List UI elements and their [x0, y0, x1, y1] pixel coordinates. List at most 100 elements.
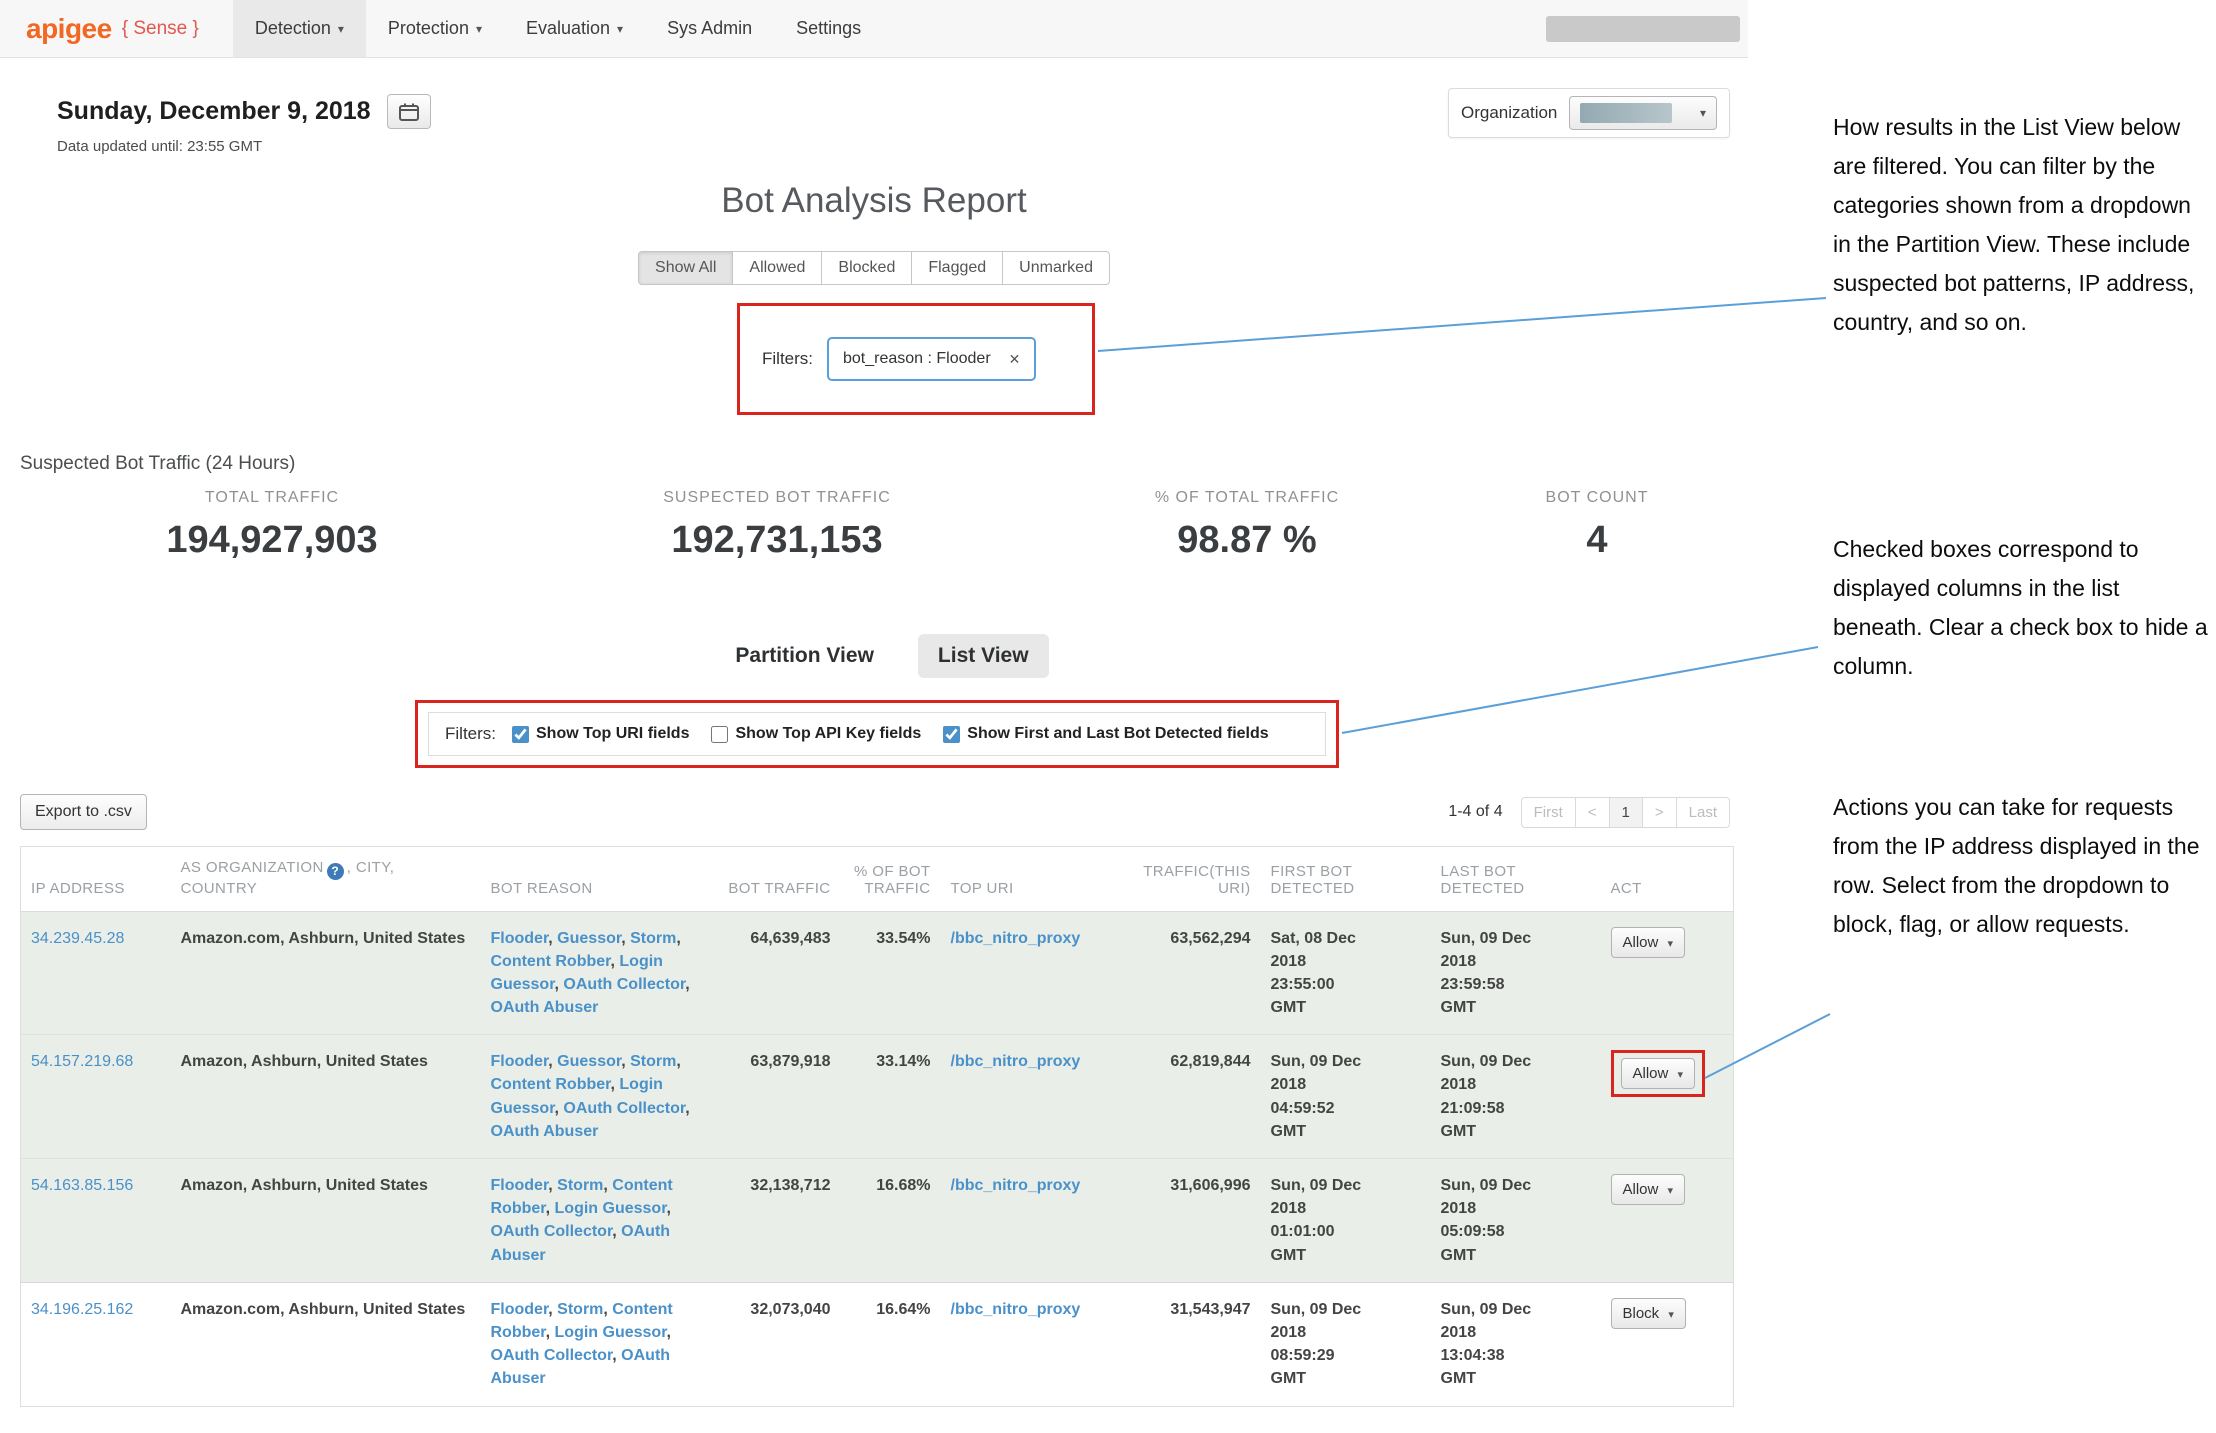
bot-reason-link[interactable]: OAuth Abuser [491, 999, 599, 1016]
bot-reason-link[interactable]: OAuth Collector [491, 1223, 613, 1240]
top-uri-link[interactable]: /bbc_nitro_proxy [951, 1301, 1081, 1318]
stat-label: % OF TOTAL TRAFFIC [1072, 489, 1422, 507]
calendar-icon [399, 103, 419, 121]
bot-reason-link[interactable]: OAuth Abuser [491, 1123, 599, 1140]
bot-reason-cell: Flooder, Storm, Content Robber, Login Gu… [481, 1282, 716, 1406]
tab-flagged[interactable]: Flagged [911, 251, 1003, 285]
bot-traffic-cell: 32,073,040 [716, 1282, 841, 1406]
column-filter-checkbox-2[interactable] [943, 726, 960, 743]
action-dropdown[interactable]: Allow ▾ [1611, 927, 1686, 958]
action-dropdown[interactable]: Allow ▾ [1611, 1174, 1686, 1205]
action-cell: Allow ▾ [1601, 1035, 1734, 1159]
column-filter-checkbox-0[interactable] [512, 726, 529, 743]
action-cell: Allow ▾ [1601, 1159, 1734, 1283]
bot-reason-link[interactable]: Content Robber [491, 953, 611, 970]
ip-link[interactable]: 54.163.85.156 [31, 1177, 133, 1194]
column-filter-option[interactable]: Show First and Last Bot Detected fields [943, 725, 1268, 743]
organization-dropdown[interactable]: ▾ [1569, 96, 1717, 130]
top-uri-link[interactable]: /bbc_nitro_proxy [951, 1053, 1081, 1070]
help-icon[interactable]: ? [327, 863, 344, 880]
redacted-account-info [1546, 16, 1740, 42]
top-uri-link[interactable]: /bbc_nitro_proxy [951, 930, 1081, 947]
top-uri-link[interactable]: /bbc_nitro_proxy [951, 1177, 1081, 1194]
action-dropdown[interactable]: Block ▾ [1611, 1298, 1686, 1329]
chevron-down-icon: ▾ [1668, 1185, 1674, 1197]
ip-cell: 34.239.45.28 [21, 911, 171, 1035]
nav-item-evaluation[interactable]: Evaluation▾ [504, 0, 645, 57]
bot-traffic-cell: 32,138,712 [716, 1159, 841, 1283]
top-uri-cell: /bbc_nitro_proxy [941, 1282, 1111, 1406]
pagination: First<1>Last [1521, 797, 1730, 828]
column-filter-option[interactable]: Show Top API Key fields [711, 725, 921, 743]
bot-reason-link[interactable]: Flooder [491, 1177, 549, 1194]
nav-item-settings[interactable]: Settings [774, 0, 883, 57]
pct-bot-traffic-cell: 16.64% [841, 1282, 941, 1406]
bot-reason-link[interactable]: Flooder [491, 1301, 549, 1318]
last-bot-detected-cell: Sun, 09 Dec 2018 05:09:58 GMT [1431, 1159, 1601, 1283]
report-header: Sunday, December 9, 2018 Data updated un… [0, 58, 1748, 155]
stats-row: TOTAL TRAFFIC194,927,903SUSPECTED BOT TR… [0, 489, 1748, 562]
action-dropdown[interactable]: Allow ▾ [1621, 1058, 1696, 1089]
nav-item-protection[interactable]: Protection▾ [366, 0, 504, 57]
column-header: BOT REASON [481, 847, 716, 912]
filters-label: Filters: [762, 349, 813, 369]
table-row: 34.239.45.28Amazon.com, Ashburn, United … [21, 911, 1734, 1035]
tab-unmarked[interactable]: Unmarked [1002, 251, 1110, 285]
bot-reason-link[interactable]: OAuth Collector [563, 976, 685, 993]
bot-reason-link[interactable]: Login Guessor [555, 1200, 667, 1217]
last-bot-detected-cell: Sun, 09 Dec 2018 13:04:38 GMT [1431, 1282, 1601, 1406]
table-row: 34.196.25.162Amazon.com, Ashburn, United… [21, 1282, 1734, 1406]
remove-filter-icon[interactable]: ✕ [1009, 351, 1021, 368]
first-bot-detected-cell: Sun, 09 Dec 2018 08:59:29 GMT [1261, 1282, 1431, 1406]
partition-view-link[interactable]: Partition View [735, 644, 873, 668]
top-uri-cell: /bbc_nitro_proxy [941, 1159, 1111, 1283]
stat-label: TOTAL TRAFFIC [97, 489, 447, 507]
annotation-note: Actions you can take for requests from t… [1833, 788, 2215, 944]
bot-reason-link[interactable]: Content Robber [491, 1076, 611, 1093]
traffic-this-uri-cell: 63,562,294 [1111, 911, 1261, 1035]
bot-reason-link[interactable]: Storm [630, 930, 676, 947]
organization-selector: Organization ▾ [1448, 88, 1730, 138]
bot-reason-link[interactable]: Guessor [557, 1053, 621, 1070]
tab-blocked[interactable]: Blocked [821, 251, 912, 285]
column-header: FIRST BOT DETECTED [1261, 847, 1431, 912]
pct-bot-traffic-cell: 33.54% [841, 911, 941, 1035]
bot-reason-link[interactable]: Flooder [491, 930, 549, 947]
pager-page-1[interactable]: 1 [1609, 797, 1643, 828]
tab-show-all[interactable]: Show All [638, 251, 733, 285]
first-bot-detected-cell: Sat, 08 Dec 2018 23:55:00 GMT [1261, 911, 1431, 1035]
top-uri-cell: /bbc_nitro_proxy [941, 911, 1111, 1035]
stat-value: 4 [1447, 519, 1747, 562]
column-filter-checkbox-1[interactable] [711, 726, 728, 743]
checkbox-label: Show Top API Key fields [735, 725, 921, 743]
ip-link[interactable]: 34.239.45.28 [31, 930, 124, 947]
column-header: AS ORGANIZATION?, CITY, COUNTRY [171, 847, 481, 912]
bot-reason-cell: Flooder, Guessor, Storm, Content Robber,… [481, 1035, 716, 1159]
chevron-down-icon: ▾ [1668, 1309, 1674, 1321]
bot-reason-link[interactable]: Flooder [491, 1053, 549, 1070]
calendar-button[interactable] [387, 94, 431, 129]
chevron-down-icon: ▾ [476, 22, 482, 36]
table-row: 54.163.85.156Amazon, Ashburn, United Sta… [21, 1159, 1734, 1283]
bot-reason-link[interactable]: OAuth Collector [563, 1100, 685, 1117]
annotation-highlight-action: Allow ▾ [1611, 1050, 1706, 1097]
annotation-highlight-column-filters: Filters: Show Top URI fieldsShow Top API… [415, 700, 1339, 768]
bot-reason-link[interactable]: Storm [630, 1053, 676, 1070]
nav-item-sys-admin[interactable]: Sys Admin [645, 0, 774, 57]
export-csv-button[interactable]: Export to .csv [20, 794, 147, 830]
bot-reason-link[interactable]: OAuth Collector [491, 1347, 613, 1364]
column-header: IP ADDRESS [21, 847, 171, 912]
ip-link[interactable]: 54.157.219.68 [31, 1053, 133, 1070]
nav-item-detection[interactable]: Detection▾ [233, 0, 366, 57]
bot-reason-cell: Flooder, Storm, Content Robber, Login Gu… [481, 1159, 716, 1283]
ip-link[interactable]: 34.196.25.162 [31, 1301, 133, 1318]
list-view-link[interactable]: List View [918, 634, 1049, 678]
bot-reason-link[interactable]: Login Guessor [555, 1324, 667, 1341]
apigee-logo: apigee [26, 13, 112, 45]
bot-reason-link[interactable]: Storm [557, 1177, 603, 1194]
bot-reason-link[interactable]: Storm [557, 1301, 603, 1318]
pct-bot-traffic-cell: 16.68% [841, 1159, 941, 1283]
bot-reason-link[interactable]: Guessor [557, 930, 621, 947]
tab-allowed[interactable]: Allowed [732, 251, 822, 285]
column-filter-option[interactable]: Show Top URI fields [512, 725, 689, 743]
